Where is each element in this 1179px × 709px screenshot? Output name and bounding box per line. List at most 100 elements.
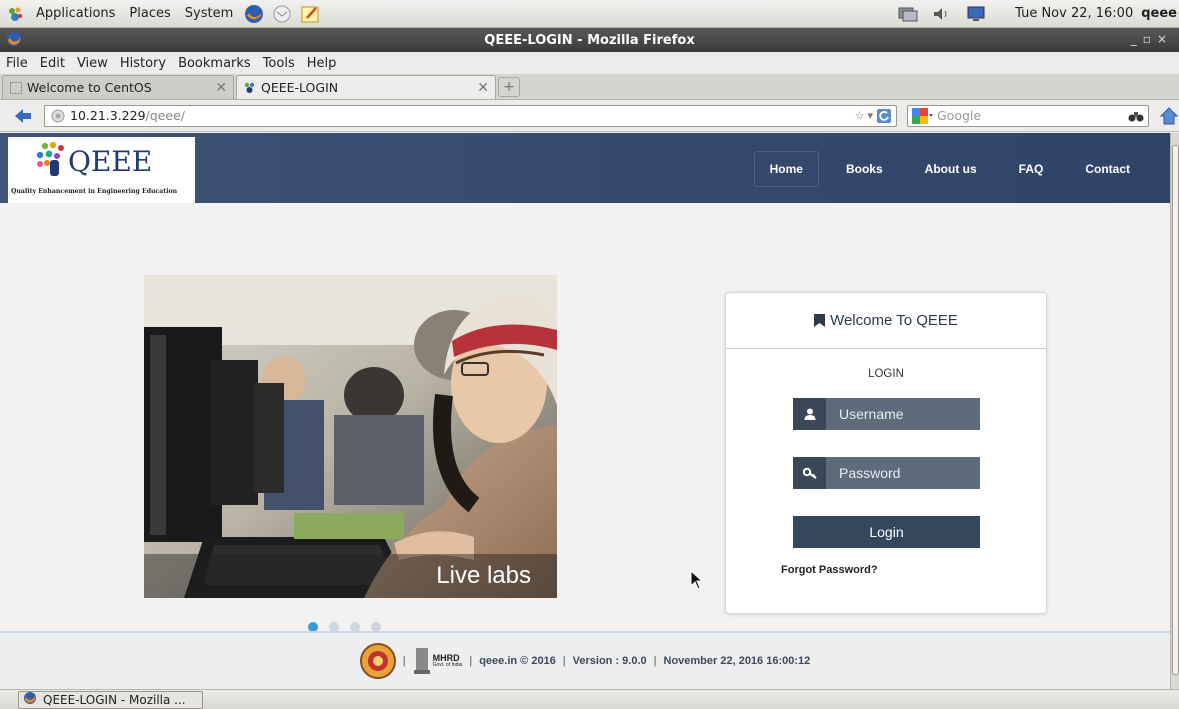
login-card-header: Welcome To QEEE [726,293,1046,349]
user-icon [793,398,826,430]
menu-bookmarks[interactable]: Bookmarks [172,56,257,71]
back-button[interactable] [10,105,36,127]
window-title: QEEE-LOGIN - Mozilla Firefox [484,32,695,48]
plus-icon: + [503,79,515,95]
students-at-computers-photo [144,275,557,598]
mouse-pointer-icon [690,570,704,590]
navigation-toolbar: 10.21.3.229/qeee/ ☆ ▾ Google [0,100,1179,132]
home-icon[interactable] [1159,106,1179,126]
tab-label: Welcome to CentOS [27,80,152,95]
key-icon [793,457,826,489]
username-field[interactable] [793,398,980,430]
new-tab-button[interactable]: + [498,77,520,97]
username-input[interactable] [826,406,976,422]
blank-page-icon [9,81,23,95]
firefox-menubar: File Edit View History Bookmarks Tools H… [0,52,1179,74]
menu-history[interactable]: History [114,56,172,71]
login-card: Welcome To QEEE LOGIN Login Forgot Passw… [725,292,1047,614]
web-page: QEEE Quality Enhancement in Engineering … [0,133,1170,689]
footer-copyright: qeee.in © 2016 [479,655,556,667]
gnome-foot-icon[interactable] [4,3,26,25]
menu-edit[interactable]: Edit [34,56,71,71]
footer-timestamp: November 22, 2016 16:00:12 [663,655,811,667]
display-icon[interactable] [965,5,987,23]
menu-file[interactable]: File [0,56,34,71]
bookmark-star-icon[interactable]: ☆ [855,109,865,122]
window-controls[interactable]: _▫× [1131,32,1173,46]
url-path: /qeee/ [145,108,185,123]
scrollbar-thumb[interactable] [1172,145,1179,675]
evolution-mail-icon[interactable] [271,3,293,25]
menu-help[interactable]: Help [301,56,343,71]
menu-tools[interactable]: Tools [257,56,301,71]
page-scrollbar[interactable] [1170,133,1179,689]
footer-version: Version : 9.0.0 [572,655,647,667]
user-menu[interactable]: qeee [1141,6,1177,21]
hero-carousel-image[interactable]: Live labs [144,275,557,598]
volume-icon[interactable] [931,5,953,23]
site-nav: Home Books About us FAQ Contact [742,151,1145,187]
footer-separator: | [469,655,473,667]
nav-about-us[interactable]: About us [910,151,992,187]
google-search-engine-icon[interactable] [912,107,934,124]
gnome-bottom-panel: QEEE-LOGIN - Mozilla ... [0,689,1179,709]
nav-faq[interactable]: FAQ [1004,151,1059,187]
window-titlebar[interactable]: QEEE-LOGIN - Mozilla Firefox _▫× [0,28,1179,52]
taskbar-window-button[interactable]: QEEE-LOGIN - Mozilla ... [18,690,203,709]
search-bar[interactable]: Google [907,104,1149,127]
clock[interactable]: Tue Nov 22, 16:00 [1015,6,1133,21]
firefox-launcher-icon[interactable] [243,3,265,25]
url-bar[interactable]: 10.21.3.229/qeee/ ☆ ▾ [44,104,897,127]
menu-view[interactable]: View [71,56,114,71]
gnome-top-panel: Applications Places System Tue Nov 22, 1… [0,0,1179,28]
maximize-icon[interactable]: ▫ [1143,32,1157,46]
tab-welcome-centos[interactable]: Welcome to CentOS ✕ [2,75,234,99]
tab-close-icon[interactable]: ✕ [477,80,489,96]
mhrd-logo: MHRD Govt. of India [413,646,463,676]
login-heading: LOGIN [868,368,904,380]
taskbar-window-label: QEEE-LOGIN - Mozilla ... [43,692,186,707]
qeee-logo[interactable]: QEEE Quality Enhancement in Engineering … [8,137,195,203]
dropdown-arrow-icon[interactable]: ▾ [867,109,873,122]
firefox-task-icon [23,691,37,708]
national-emblem-icon [413,648,430,674]
tab-qeee-login[interactable]: QEEE-LOGIN ✕ [236,75,496,99]
tab-close-icon[interactable]: ✕ [215,80,227,96]
footer-separator: | [562,655,566,667]
network-status-icon[interactable] [897,5,919,23]
logo-wordmark: QEEE [68,145,153,178]
system-menu[interactable]: System [178,0,240,28]
tab-label: QEEE-LOGIN [261,80,339,95]
site-identity-icon[interactable] [51,109,65,123]
tab-strip: Welcome to CentOS ✕ QEEE-LOGIN ✕ + [0,74,1179,100]
back-arrow-icon [15,108,31,123]
hero-caption: Live labs [436,562,531,589]
login-card-title: Welcome To QEEE [830,312,958,329]
password-input[interactable] [826,465,976,481]
text-editor-launcher-icon[interactable] [299,3,321,25]
close-icon[interactable]: × [1157,32,1173,46]
applications-menu[interactable]: Applications [29,0,122,28]
firefox-window-icon[interactable] [6,31,22,51]
footer-separator: | [653,655,657,667]
site-footer: | MHRD Govt. of India | qeee.in © 2016 |… [0,631,1170,689]
iit-emblem-icon [359,643,396,679]
site-header: QEEE Quality Enhancement in Engineering … [0,133,1170,203]
binoculars-search-icon[interactable] [1128,109,1144,123]
url-host: 10.21.3.229 [70,108,146,123]
minimize-icon[interactable]: _ [1131,32,1143,46]
nav-books[interactable]: Books [831,151,898,187]
footer-separator: | [402,655,406,667]
qeee-logo-mark-icon [36,141,64,176]
qeee-favicon-icon [243,81,257,95]
nav-contact[interactable]: Contact [1070,151,1145,187]
password-field[interactable] [793,457,980,489]
bookmark-icon [814,314,826,327]
logo-tagline: Quality Enhancement in Engineering Educa… [11,188,178,195]
forgot-password-link[interactable]: Forgot Password? [781,564,878,576]
mhrd-sub-label: Govt. of India [432,662,463,668]
nav-home[interactable]: Home [753,151,819,187]
reload-icon[interactable] [876,108,892,124]
login-button[interactable]: Login [793,516,980,548]
places-menu[interactable]: Places [122,0,177,28]
